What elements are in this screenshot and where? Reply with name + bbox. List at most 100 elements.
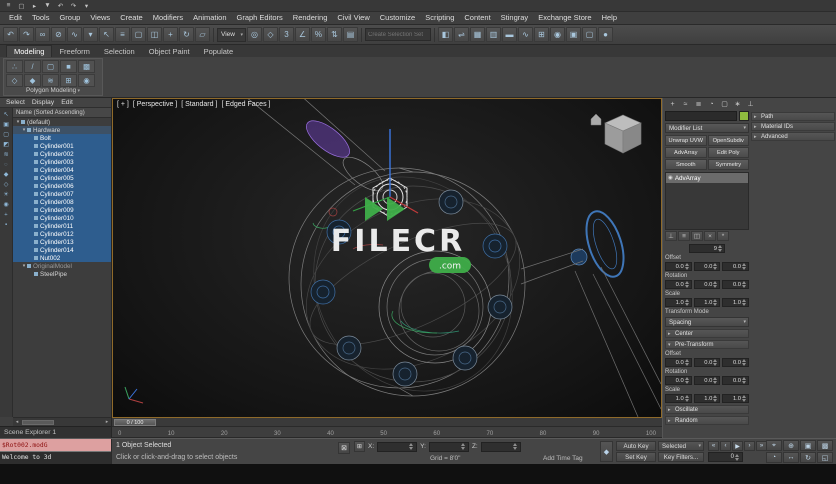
window-crossing-icon[interactable]: ◫ <box>147 27 162 42</box>
save-file-icon[interactable]: ▼ <box>42 1 53 11</box>
select-and-manipulate-icon[interactable]: ◇ <box>262 27 278 42</box>
explorer-lock-icon[interactable]: ▪ <box>2 220 11 229</box>
menu-item[interactable]: Create <box>115 12 148 24</box>
polygon-modeling-label[interactable]: Polygon Modeling <box>4 87 102 95</box>
menu-item[interactable]: Content <box>459 12 495 24</box>
menu-item[interactable]: Stingray <box>496 12 534 24</box>
modifier-set-button[interactable]: Edit Poly <box>707 147 749 158</box>
menu-item[interactable]: Animation <box>188 12 231 24</box>
list-item[interactable]: Nut002 <box>13 254 111 262</box>
render-setup-icon[interactable]: ▣ <box>565 27 581 42</box>
zoom-icon[interactable]: ⌖ <box>766 440 782 451</box>
orbit-icon[interactable]: ↻ <box>800 452 816 463</box>
pm-extra-2-icon[interactable]: ≋ <box>42 74 59 87</box>
menu-item[interactable]: Edit <box>4 12 27 24</box>
application-menu-icon[interactable]: ≡ <box>3 1 14 11</box>
vertex-mode-icon[interactable]: ∴ <box>6 60 23 73</box>
menu-item[interactable]: Group <box>54 12 85 24</box>
menu-item[interactable]: Exchange Store <box>533 12 596 24</box>
list-item[interactable]: Bolt <box>13 134 111 142</box>
select-and-rotate-icon[interactable]: ↻ <box>179 27 194 42</box>
list-item[interactable]: Cylinder007 <box>13 190 111 198</box>
modifier-set-button[interactable]: Smooth <box>665 159 707 170</box>
viewport[interactable]: [ + ] [ Perspective ] [ Standard ] [ Edged … <box>112 98 662 418</box>
rotation-z-field[interactable]: 0.0 <box>722 280 750 289</box>
add-time-tag[interactable]: Add Time Tag <box>543 455 583 462</box>
polygon-mode-icon[interactable]: ■ <box>60 60 77 73</box>
workspace-dropdown-icon[interactable]: ▾ <box>81 1 92 11</box>
select-by-name-icon[interactable]: ≡ <box>115 27 130 42</box>
explorer-select-children-icon[interactable]: ≋ <box>2 150 11 159</box>
modifier-list-dropdown[interactable]: Modifier List <box>665 123 749 133</box>
percent-snap-icon[interactable]: % <box>310 27 326 42</box>
oscillate-rollout-header[interactable]: Oscillate <box>665 405 749 414</box>
list-item[interactable]: ▾ OriginalModel <box>13 262 111 270</box>
explorer-find-icon[interactable]: ◌ <box>2 160 11 169</box>
menu-item[interactable]: Scripting <box>420 12 459 24</box>
use-pivot-center-icon[interactable]: ◎ <box>246 27 262 42</box>
reference-coordinate-dropdown[interactable]: View <box>217 27 246 42</box>
zoom-extents-all-icon[interactable]: ▩ <box>817 440 833 451</box>
offset-y-field[interactable]: 0.0 <box>693 262 721 271</box>
utilities-tab-icon[interactable]: ∗ <box>732 99 743 109</box>
rotation-x-field[interactable]: 0.0 <box>665 280 692 289</box>
list-item[interactable]: Cylinder008 <box>13 198 111 206</box>
explorer-column-header[interactable]: Name (Sorted Ascending) <box>13 108 111 118</box>
modifier-set-button[interactable]: Unwrap UVW <box>665 135 707 146</box>
list-item[interactable]: ▾ (default) <box>13 118 111 126</box>
menu-item[interactable]: Views <box>85 12 115 24</box>
explorer-display-lights-icon[interactable]: ☀ <box>2 190 11 199</box>
motion-tab-icon[interactable]: ◔ <box>706 99 717 109</box>
new-scene-icon[interactable]: ▢ <box>16 1 27 11</box>
pan-icon[interactable]: ↔ <box>783 452 799 463</box>
ribbon-tab[interactable]: Object Paint <box>142 46 197 57</box>
rollout-header[interactable]: Path <box>751 112 835 121</box>
pin-panel-icon[interactable]: ⊥ <box>745 99 756 109</box>
pre-offset-y-field[interactable]: 0.0 <box>693 358 721 367</box>
current-frame-field[interactable]: 0 <box>708 452 743 462</box>
scale-z-field[interactable]: 1.0 <box>722 298 750 307</box>
auto-key-button[interactable]: Auto Key <box>616 441 656 451</box>
selection-lock-toggle-icon[interactable]: ⊠ <box>338 442 350 454</box>
modifier-set-button[interactable]: AdvArray <box>665 147 707 158</box>
pm-extra-3-icon[interactable]: ⊞ <box>60 74 77 87</box>
align-icon[interactable]: ⇌ <box>453 27 469 42</box>
menu-item[interactable]: Tools <box>27 12 55 24</box>
show-end-result-icon[interactable]: ≡ <box>678 231 690 241</box>
snaps-toggle-icon[interactable]: 3 <box>278 27 294 42</box>
pre-scale-z-field[interactable]: 1.0 <box>722 394 750 403</box>
open-file-icon[interactable]: ▸ <box>29 1 40 11</box>
angle-snap-icon[interactable]: ∠ <box>294 27 310 42</box>
track-bar[interactable]: 0 10 20 30 40 50 60 70 80 90 100 <box>112 427 662 438</box>
select-and-move-icon[interactable]: + <box>163 27 178 42</box>
explorer-select-all-icon[interactable]: ▣ <box>2 120 11 129</box>
display-tab-icon[interactable]: ▢ <box>719 99 730 109</box>
offset-z-field[interactable]: 0.0 <box>722 262 750 271</box>
hierarchy-tab-icon[interactable]: ≣ <box>693 99 704 109</box>
explorer-display-helpers-icon[interactable]: + <box>2 210 11 219</box>
remove-modifier-icon[interactable]: × <box>704 231 716 241</box>
bind-to-space-warp-icon[interactable]: ∿ <box>67 27 82 42</box>
list-item[interactable]: Cylinder011 <box>13 222 111 230</box>
spinner-snap-icon[interactable]: ⇅ <box>326 27 342 42</box>
viewport-label-menu[interactable]: [ Perspective ] <box>133 101 177 108</box>
list-item[interactable]: Cylinder005 <box>13 174 111 182</box>
rendered-frame-icon[interactable]: ▢ <box>581 27 597 42</box>
modifier-stack-entry[interactable]: ◉ AdvArray <box>666 173 748 183</box>
viewport-label-menu[interactable]: [ + ] <box>117 101 129 108</box>
previous-frame-icon[interactable]: ‹ <box>720 441 731 451</box>
next-frame-icon[interactable]: › <box>744 441 755 451</box>
material-editor-icon[interactable]: ◉ <box>549 27 565 42</box>
scroll-left-icon[interactable]: ◂ <box>13 419 21 425</box>
menu-item[interactable]: Rendering <box>288 12 333 24</box>
preview-toggle-icon[interactable]: ◇ <box>6 74 23 87</box>
toggle-layer-explorer-icon[interactable]: ▥ <box>485 27 501 42</box>
set-keys-button[interactable]: ◆ <box>600 441 613 462</box>
list-item[interactable]: Cylinder012 <box>13 230 111 238</box>
selection-set-dropdown[interactable]: Selected <box>658 441 704 451</box>
object-color-swatch[interactable] <box>739 111 749 121</box>
toggle-scene-explorer-icon[interactable]: ▦ <box>469 27 485 42</box>
go-to-start-icon[interactable]: « <box>708 441 719 451</box>
undo-icon[interactable]: ↶ <box>3 27 18 42</box>
rotation-y-field[interactable]: 0.0 <box>693 280 721 289</box>
